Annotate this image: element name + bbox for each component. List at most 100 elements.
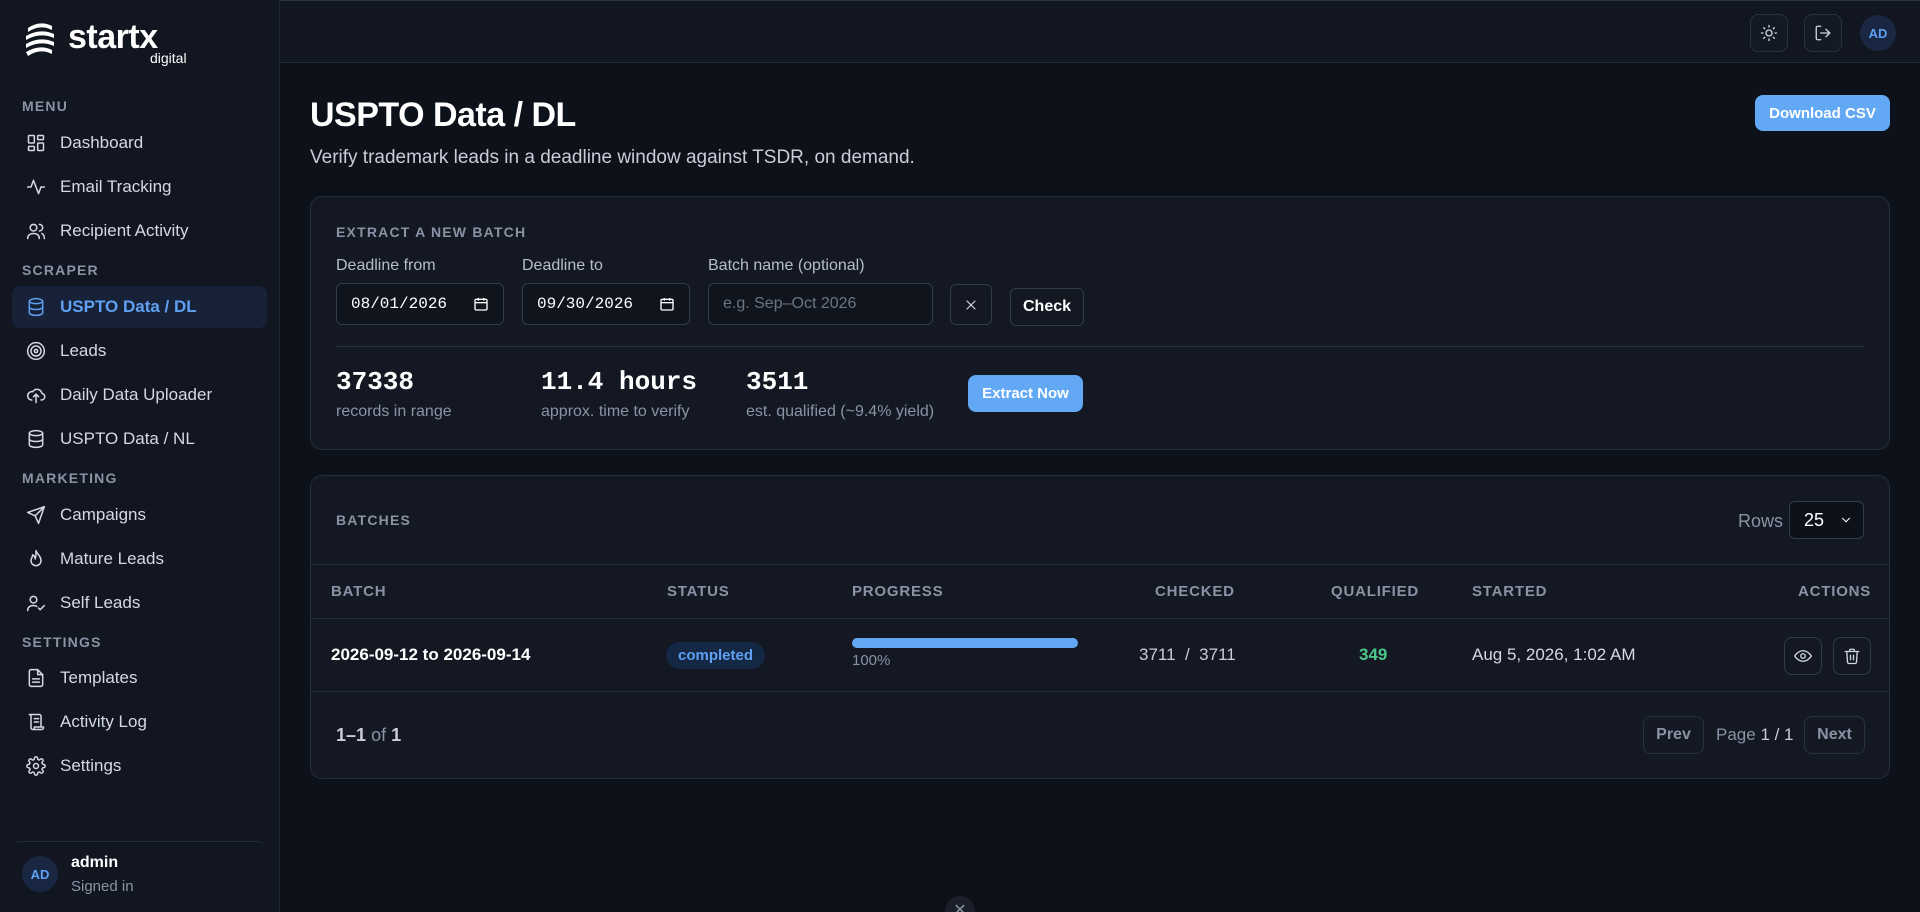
pager-of: of [371, 725, 387, 745]
flame-icon [24, 547, 48, 571]
calendar-icon [659, 296, 675, 312]
check-button[interactable]: Check [1010, 288, 1084, 326]
col-checked: CHECKED [1155, 583, 1235, 600]
page-current: 1 / 1 [1760, 725, 1794, 744]
download-csv-button[interactable]: Download CSV [1755, 95, 1890, 131]
checked-count: 3711 / 3711 [1139, 645, 1236, 664]
sidebar-item-label: Leads [60, 341, 107, 360]
section-marketing: MARKETING [22, 470, 118, 486]
sidebar-item-activity-log[interactable]: Activity Log [12, 701, 267, 743]
floating-close-icon[interactable]: ✕ [945, 896, 975, 912]
sidebar-item-label: Campaigns [60, 505, 146, 524]
page-title: USPTO Data / DL [310, 96, 576, 134]
col-batch: BATCH [331, 583, 387, 600]
sidebar-item-uspto-nl[interactable]: USPTO Data / NL [12, 418, 267, 460]
deadline-from-value: 08/01/2026 [351, 295, 448, 313]
sidebar-item-templates[interactable]: Templates [12, 657, 267, 699]
deadline-from-input[interactable]: 08/01/2026 [336, 283, 504, 325]
sidebar-item-label: Templates [60, 668, 138, 687]
batch-name-placeholder: e.g. Sep–Oct 2026 [723, 295, 857, 312]
logout-button[interactable] [1804, 14, 1842, 52]
sidebar-item-mature-leads[interactable]: Mature Leads [12, 538, 267, 580]
sidebar-item-dashboard[interactable]: Dashboard [12, 122, 267, 164]
progress-bar [852, 638, 1078, 648]
sidebar-item-label: Dashboard [60, 133, 144, 152]
sidebar-user[interactable]: AD admin Signed in [12, 841, 265, 901]
topbar: AD [280, 0, 1920, 63]
extract-now-button[interactable]: Extract Now [968, 375, 1083, 412]
table-header: BATCH STATUS PROGRESS CHECKED QUALIFIED … [311, 564, 1889, 619]
brand-name: startx [68, 18, 158, 56]
pager-info: 1–1 of 1 [336, 725, 401, 746]
col-qualified: QUALIFIED [1331, 583, 1420, 600]
sidebar-item-label: Settings [60, 756, 122, 775]
target-icon [24, 339, 48, 363]
logout-icon [1815, 25, 1831, 41]
sidebar-item-daily-data-uploader[interactable]: Daily Data Uploader [12, 374, 267, 416]
rows-value: 25 [1804, 509, 1825, 530]
logo-mark-icon [26, 23, 54, 56]
deadline-to-input[interactable]: 09/30/2026 [522, 283, 690, 325]
delete-button[interactable] [1833, 637, 1871, 675]
sidebar-item-label: Daily Data Uploader [60, 385, 213, 404]
table-row[interactable]: 2026-09-12 to 2026-09-14 completed 100% … [311, 619, 1889, 692]
trash-icon [1844, 648, 1860, 665]
sidebar-item-label: Recipient Activity [60, 221, 189, 240]
file-text-icon [24, 666, 48, 690]
sidebar-item-settings[interactable]: Settings [12, 745, 267, 787]
batch-name-input[interactable]: e.g. Sep–Oct 2026 [708, 283, 933, 325]
page-prefix: Page [1716, 725, 1756, 744]
sidebar-item-label: USPTO Data / DL [60, 297, 197, 316]
stat-time-value: 11.4 hours [541, 367, 698, 397]
sidebar-item-label: Self Leads [60, 593, 141, 612]
sidebar-item-campaigns[interactable]: Campaigns [12, 494, 267, 536]
col-status: STATUS [667, 583, 730, 600]
deadline-to-label: Deadline to [522, 257, 603, 274]
scroll-icon [24, 710, 48, 734]
col-progress: PROGRESS [852, 583, 944, 600]
prev-button[interactable]: Prev [1643, 716, 1704, 754]
sidebar-item-email-tracking[interactable]: Email Tracking [12, 166, 267, 208]
database-icon [24, 295, 48, 319]
sidebar-item-label: Email Tracking [60, 177, 172, 196]
view-button[interactable] [1784, 637, 1822, 675]
sidebar-item-self-leads[interactable]: Self Leads [12, 582, 267, 624]
batch-name: 2026-09-12 to 2026-09-14 [331, 645, 531, 664]
dashboard-icon [24, 131, 48, 155]
top-avatar[interactable]: AD [1860, 15, 1896, 51]
page-subtitle: Verify trademark leads in a deadline win… [310, 147, 915, 168]
chevron-down-icon [1839, 513, 1853, 527]
user-status: Signed in [71, 878, 134, 895]
sidebar-item-recipient-activity[interactable]: Recipient Activity [12, 210, 267, 252]
rows-per-page-select[interactable]: 25 [1789, 501, 1864, 539]
stat-qualified-label: est. qualified (~9.4% yield) [746, 403, 935, 420]
stat-records-label: records in range [336, 403, 452, 420]
stat-time-label: approx. time to verify [541, 403, 690, 420]
sidebar-item-label: Activity Log [60, 712, 147, 731]
started-time: Aug 5, 2026, 1:02 AM [1472, 645, 1636, 664]
startx-logo[interactable]: startx digital [22, 18, 202, 66]
clear-button[interactable] [950, 284, 992, 325]
sidebar: startx digital MENU Dashboard Email Trac… [0, 0, 280, 912]
calendar-icon [473, 296, 489, 312]
batches-card: BATCHES Rows 25 BATCH STATUS PROGRESS CH… [310, 475, 1890, 779]
qualified-count: 349 [1359, 645, 1388, 664]
stat-records-value: 37338 [336, 367, 415, 397]
theme-toggle-button[interactable] [1750, 14, 1788, 52]
sidebar-item-uspto-dl[interactable]: USPTO Data / DL [12, 286, 267, 328]
activity-icon [24, 175, 48, 199]
divider [336, 346, 1864, 347]
database-icon [24, 427, 48, 451]
send-icon [24, 503, 48, 527]
sidebar-item-leads[interactable]: Leads [12, 330, 267, 372]
sidebar-item-label: USPTO Data / NL [60, 429, 195, 448]
stat-qualified-value: 3511 [746, 367, 809, 397]
eye-icon [1794, 650, 1812, 662]
gear-icon [24, 754, 48, 778]
sun-icon [1760, 24, 1778, 42]
next-button[interactable]: Next [1804, 716, 1865, 754]
users-icon [24, 219, 48, 243]
deadline-to-value: 09/30/2026 [537, 295, 634, 313]
status-badge: completed [666, 642, 766, 669]
rows-label: Rows [1738, 511, 1784, 531]
